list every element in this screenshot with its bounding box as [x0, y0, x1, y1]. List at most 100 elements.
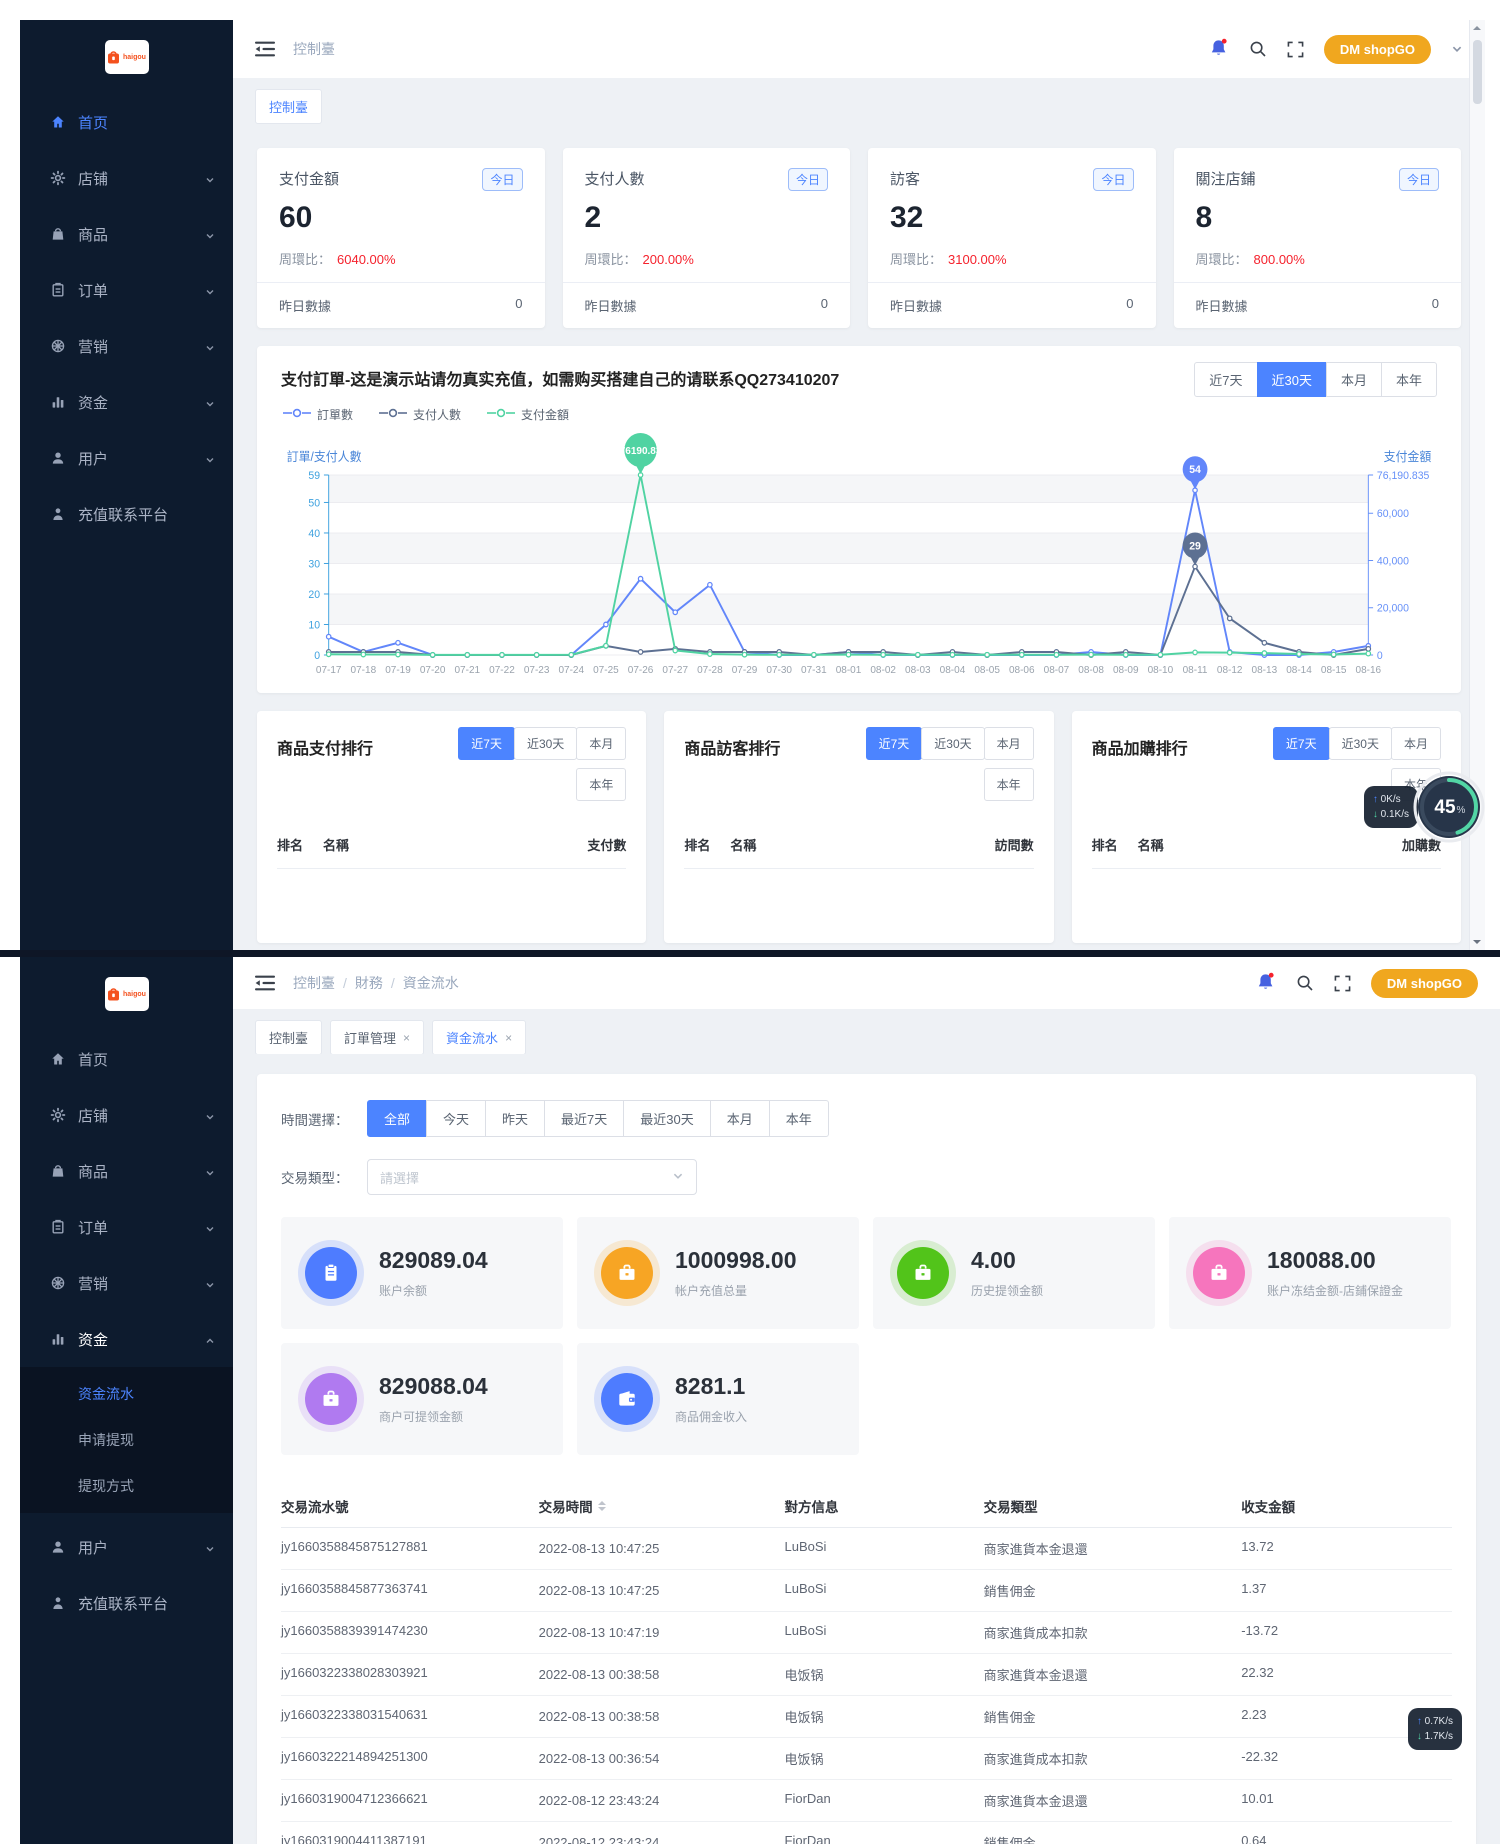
tab-bar: 控制臺 [233, 78, 1485, 136]
sidebar-item[interactable]: 用户 [20, 436, 233, 480]
sidebar-item[interactable]: 用户 [20, 1525, 233, 1569]
breadcrumb-item: 資金流水 [403, 973, 459, 993]
notifications-bell-icon[interactable] [1209, 38, 1229, 60]
stat-card-value: 60 [279, 201, 523, 235]
account-button[interactable]: DM shopGO [1371, 969, 1478, 998]
time-filter-row: 時間選擇： 全部今天昨天最近7天最近30天本月本年 [281, 1100, 1452, 1137]
time-filter-button[interactable]: 昨天 [485, 1100, 545, 1137]
chevron-down-icon [205, 1109, 215, 1127]
sidebar-item[interactable]: 资金 [20, 380, 233, 424]
legend-item[interactable]: 支付金額 [487, 406, 569, 423]
table-row: jy16603190047123666212022-08-12 23:43:24… [281, 1780, 1452, 1822]
legend-item[interactable]: 訂單數 [283, 406, 353, 423]
sidebar-item[interactable]: 订单 [20, 1205, 233, 1249]
range-button[interactable]: 近30天 [1329, 727, 1392, 760]
sort-icon[interactable] [598, 1501, 606, 1511]
main-area: 控制臺/財務/資金流水 DM shopGO 控制臺訂單管理×資金流水× 時間選擇… [233, 950, 1500, 1844]
tab-item[interactable]: 控制臺 [255, 1020, 322, 1055]
column-header[interactable]: 交易時間 [539, 1485, 785, 1527]
range-button[interactable]: 近30天 [1257, 362, 1327, 397]
time-filter-button[interactable]: 今天 [426, 1100, 486, 1137]
chevron-down-icon [205, 172, 215, 190]
sidebar-item[interactable]: 商品 [20, 212, 233, 256]
scroll-down-icon[interactable] [1473, 940, 1481, 944]
sidebar-toggle-icon[interactable] [255, 41, 275, 57]
summary-card-label: 账户冻结金额-店鋪保證金 [1267, 1282, 1403, 1299]
tab-item[interactable]: 訂單管理× [330, 1020, 424, 1055]
network-speed-pill[interactable]: ↑ 0K/s ↓ 0.1K/s [1364, 786, 1418, 828]
network-monitor-widget[interactable]: ↑ 0.7K/s ↓ 1.7K/s [1408, 1708, 1462, 1750]
range-button[interactable]: 本月 [984, 727, 1034, 760]
sidebar-item[interactable]: 订单 [20, 268, 233, 312]
sidebar-item[interactable]: 店铺 [20, 1093, 233, 1137]
logo-bag-icon [107, 987, 120, 1001]
close-icon[interactable]: × [403, 1031, 410, 1045]
tab-active[interactable]: 資金流水× [432, 1020, 526, 1055]
range-button[interactable]: 近30天 [921, 727, 984, 760]
case-icon [305, 1373, 357, 1425]
fullscreen-icon[interactable] [1287, 41, 1304, 58]
table-header-row: 交易流水號交易時間對方信息交易類型收支金額 [281, 1485, 1452, 1528]
fullscreen-icon[interactable] [1334, 975, 1351, 992]
time-filter-button[interactable]: 本月 [710, 1100, 770, 1137]
account-button[interactable]: DM shopGO [1324, 35, 1431, 64]
submenu-item[interactable]: 申请提现 [20, 1417, 233, 1463]
sidebar-item-label: 充值联系平台 [78, 504, 168, 525]
range-button[interactable]: 近7天 [1273, 727, 1330, 760]
range-button[interactable]: 本月 [1326, 362, 1382, 397]
range-button[interactable]: 近30天 [514, 727, 577, 760]
notifications-bell-icon[interactable] [1256, 972, 1276, 994]
summary-card-label: 账户余额 [379, 1282, 488, 1299]
tab-active[interactable]: 控制臺 [255, 89, 322, 124]
time-filter-button[interactable]: 最近7天 [544, 1100, 624, 1137]
ranking-panel-title: 商品加購排行 [1092, 727, 1188, 801]
sidebar-item[interactable]: 营销 [20, 1261, 233, 1305]
footer-value: 0 [821, 296, 828, 315]
range-button[interactable]: 本月 [576, 727, 626, 760]
topbar-actions: DM shopGO [1256, 969, 1478, 998]
range-button[interactable]: 本年 [1381, 362, 1437, 397]
svg-text:08-07: 08-07 [1044, 665, 1070, 676]
performance-monitor-widget[interactable]: ↑ 0K/s ↓ 0.1K/s 45 % [1364, 770, 1486, 844]
sidebar-item[interactable]: 首页 [20, 100, 233, 144]
submenu-item[interactable]: 资金流水 [20, 1371, 233, 1417]
sidebar-item[interactable]: 充值联系平台 [20, 1581, 233, 1625]
sidebar-item[interactable]: 首页 [20, 1037, 233, 1081]
cell: 电饭锅 [785, 1696, 984, 1737]
column-header-label: 交易流水號 [281, 1500, 349, 1515]
sidebar-item[interactable]: 充值联系平台 [20, 492, 233, 536]
sidebar-toggle-icon[interactable] [255, 975, 275, 991]
search-icon[interactable] [1296, 974, 1314, 992]
range-button[interactable]: 本年 [576, 768, 626, 801]
scroll-up-icon[interactable] [1473, 26, 1481, 30]
range-button[interactable]: 近7天 [1194, 362, 1257, 397]
ranking-columns: 排名名稱訪問數 [684, 835, 1033, 869]
close-icon[interactable]: × [505, 1031, 512, 1045]
summary-card-text: 4.00历史提领金额 [971, 1247, 1043, 1299]
range-button[interactable]: 近7天 [458, 727, 515, 760]
time-filter-button[interactable]: 本年 [769, 1100, 829, 1137]
range-button[interactable]: 近7天 [866, 727, 923, 760]
network-speed-pill[interactable]: ↑ 0.7K/s ↓ 1.7K/s [1408, 1708, 1462, 1750]
svg-text:0: 0 [314, 650, 320, 662]
svg-text:50: 50 [308, 497, 320, 509]
time-filter-button[interactable]: 最近30天 [623, 1100, 710, 1137]
scrollbar-thumb[interactable] [1473, 40, 1482, 104]
transaction-type-select[interactable]: 請選擇 [367, 1159, 697, 1195]
col-name: 名稱 [730, 835, 994, 854]
search-icon[interactable] [1249, 40, 1267, 58]
cell: LuBoSi [785, 1570, 984, 1611]
legend-item[interactable]: 支付人數 [379, 406, 461, 423]
sidebar-item[interactable]: 商品 [20, 1149, 233, 1193]
ranking-range-buttons: 近7天近30天本月本年 [410, 727, 626, 801]
chevron-down-icon[interactable] [1451, 43, 1463, 55]
sidebar-item[interactable]: 店铺 [20, 156, 233, 200]
range-button[interactable]: 本年 [984, 768, 1034, 801]
sidebar-item[interactable]: 营销 [20, 324, 233, 368]
sidebar-item[interactable]: 资金 [20, 1317, 233, 1361]
time-filter-button[interactable]: 全部 [367, 1100, 427, 1137]
range-button[interactable]: 本月 [1391, 727, 1441, 760]
submenu-item[interactable]: 提现方式 [20, 1463, 233, 1509]
cpu-gauge[interactable]: 45 % [1412, 770, 1486, 844]
cell: 10.01 [1241, 1780, 1452, 1821]
